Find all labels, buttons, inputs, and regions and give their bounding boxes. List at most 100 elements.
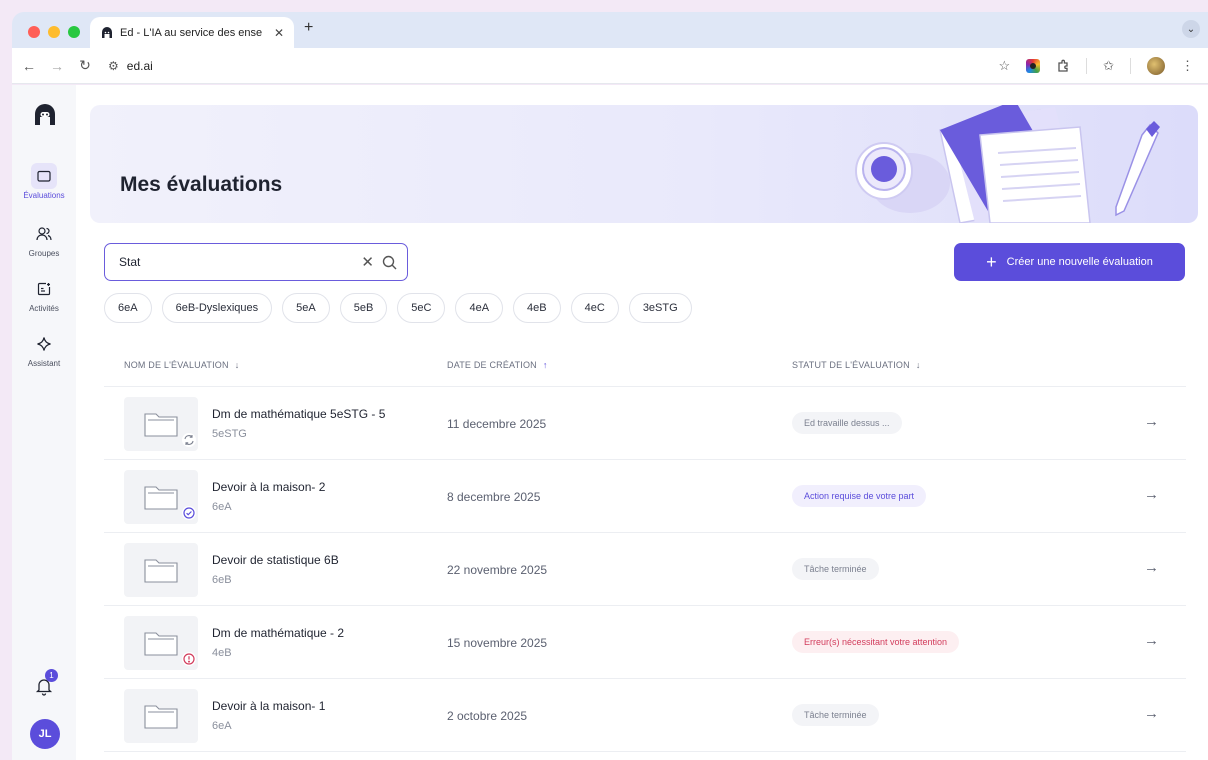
creation-date: 11 decembre 2025 — [447, 417, 547, 431]
bookmark-star-icon[interactable]: ☆ — [998, 58, 1010, 74]
filter-chip[interactable]: 4eC — [570, 293, 619, 323]
app-window: Évaluations Groupes Activités Assistant … — [12, 85, 1208, 760]
folder-thumbnail-icon — [124, 543, 198, 597]
extensions-icon[interactable] — [1056, 59, 1070, 73]
sort-up-icon: ↑ — [542, 359, 548, 370]
minimize-window-button[interactable] — [48, 26, 60, 38]
desk-illustration-icon — [855, 105, 1160, 223]
profile-avatar[interactable] — [1147, 56, 1165, 75]
folder-thumbnail-icon — [124, 689, 198, 743]
user-avatar[interactable]: JL — [30, 719, 60, 749]
column-header-label: DATE DE CRÉATION — [447, 359, 537, 370]
column-header-name[interactable]: NOM DE L'ÉVALUATION ↓ — [124, 360, 239, 370]
table-row[interactable]: Dm de mathématique - 2 4eB 15 novembre 2… — [104, 606, 1186, 679]
search-icon[interactable] — [382, 255, 397, 270]
group-filter-chips: 6eA 6eB-Dyslexiques 5eA 5eB 5eC 4eA 4eB … — [104, 293, 692, 323]
sidebar-item-evaluations[interactable]: Évaluations — [12, 163, 76, 200]
page-header-banner: Mes évaluations — [90, 105, 1198, 223]
search-box[interactable]: ✕ — [104, 243, 408, 281]
filter-chip[interactable]: 6eA — [104, 293, 152, 323]
clear-search-icon[interactable]: ✕ — [361, 253, 374, 271]
color-extension-icon[interactable] — [1026, 58, 1041, 73]
reading-list-icon[interactable]: ✩ — [1103, 58, 1114, 74]
address-bar[interactable]: ed.ai — [127, 59, 153, 73]
sparkle-icon — [31, 331, 57, 357]
evaluation-name: Dm de mathématique - 2 — [212, 626, 345, 640]
filter-chip[interactable]: 6eB-Dyslexiques — [161, 293, 273, 323]
filter-chip[interactable]: 5eB — [339, 293, 388, 323]
sidebar-item-assistant[interactable]: Assistant — [12, 331, 76, 368]
evaluation-group: 6eA — [212, 501, 232, 513]
back-button[interactable]: ← — [18, 58, 40, 74]
create-evaluation-button[interactable]: + Créer une nouvelle évaluation — [954, 243, 1185, 281]
evaluation-name: Dm de mathématique 5eSTG - 5 — [212, 407, 386, 421]
sort-down-icon: ↓ — [915, 359, 921, 370]
status-badge: Erreur(s) nécessitant votre attention — [792, 631, 960, 653]
arrow-right-icon[interactable]: → — [1144, 559, 1159, 576]
arrow-right-icon[interactable]: → — [1144, 413, 1159, 430]
table-row[interactable]: Dm de mathématique 5eSTG - 5 5eSTG 11 de… — [104, 387, 1186, 460]
notification-count-badge: 1 — [45, 669, 58, 682]
column-header-label: STATUT DE L'ÉVALUATION — [792, 359, 910, 370]
column-header-status[interactable]: STATUT DE L'ÉVALUATION ↓ — [792, 360, 921, 370]
filter-chip[interactable]: 3eSTG — [628, 293, 692, 323]
arrow-right-icon[interactable]: → — [1144, 705, 1159, 722]
page-title: Mes évaluations — [120, 173, 283, 196]
tab-title: Ed - L'IA au service des ense — [120, 26, 263, 39]
folder-icon — [31, 163, 57, 189]
sidebar-item-label: Évaluations — [23, 191, 65, 200]
new-tab-button[interactable]: + — [304, 19, 313, 37]
sidebar-item-label: Groupes — [28, 249, 60, 258]
column-header-date[interactable]: DATE DE CRÉATION ↑ — [447, 360, 548, 370]
table-row[interactable]: Devoir à la maison- 2 6eA 8 decembre 202… — [104, 460, 1186, 533]
tab-search-button[interactable]: ⌄ — [1182, 20, 1200, 38]
evaluation-name: Devoir à la maison- 2 — [212, 480, 326, 494]
arrow-right-icon[interactable]: → — [1144, 632, 1159, 649]
evaluations-table: NOM DE L'ÉVALUATION ↓ DATE DE CRÉATION ↑… — [104, 343, 1186, 752]
check-circle-icon — [182, 506, 196, 520]
column-header-label: NOM DE L'ÉVALUATION — [124, 359, 229, 370]
toolbar-right: ☆ ✩ ⋮ — [998, 56, 1208, 75]
sidebar-item-groupes[interactable]: Groupes — [12, 221, 76, 258]
evaluation-name: Devoir de statistique 6B — [212, 553, 339, 567]
status-badge: Action requise de votre part — [792, 485, 927, 507]
browser-tab[interactable]: Ed - L'IA au service des ense ✕ — [90, 17, 294, 48]
browser-toolbar: ← → ↻ ⚙ ed.ai ☆ ✩ ⋮ — [12, 48, 1208, 84]
creation-date: 8 decembre 2025 — [447, 490, 541, 504]
toolbar-divider — [1130, 57, 1131, 74]
reload-button[interactable]: ↻ — [74, 57, 96, 74]
evaluation-group: 5eSTG — [212, 428, 247, 440]
table-header: NOM DE L'ÉVALUATION ↓ DATE DE CRÉATION ↑… — [104, 343, 1186, 387]
forward-button[interactable]: → — [46, 58, 68, 74]
browser-menu-icon[interactable]: ⋮ — [1181, 58, 1194, 74]
evaluation-group: 6eB — [212, 574, 232, 586]
maximize-window-button[interactable] — [68, 26, 80, 38]
filter-chip[interactable]: 4eB — [513, 293, 561, 323]
site-settings-icon[interactable]: ⚙ — [108, 59, 119, 73]
create-evaluation-label: Créer une nouvelle évaluation — [1006, 256, 1153, 268]
table-row[interactable]: Devoir à la maison- 1 6eA 2 octobre 2025… — [104, 679, 1186, 752]
sync-icon — [182, 433, 196, 447]
users-icon — [31, 221, 57, 247]
filter-chip[interactable]: 5eA — [282, 293, 330, 323]
table-row[interactable]: Devoir de statistique 6B 6eB 22 novembre… — [104, 533, 1186, 606]
evaluation-name: Devoir à la maison- 1 — [212, 699, 326, 713]
creation-date: 15 novembre 2025 — [447, 636, 548, 650]
search-input[interactable] — [119, 255, 362, 269]
ed-logo-icon[interactable] — [31, 101, 59, 129]
tab-close-icon[interactable]: ✕ — [274, 26, 284, 40]
sidebar-item-activites[interactable]: Activités — [12, 276, 76, 313]
status-badge: Ed travaille dessus ... — [792, 412, 902, 434]
creation-date: 22 novembre 2025 — [447, 563, 548, 577]
favicon-icon — [100, 26, 114, 40]
close-window-button[interactable] — [28, 26, 40, 38]
sidebar: Évaluations Groupes Activités Assistant … — [12, 85, 76, 760]
filter-chip[interactable]: 5eC — [397, 293, 446, 323]
browser-tab-bar: Ed - L'IA au service des ense ✕ + ⌄ — [12, 12, 1208, 48]
notifications-button[interactable]: 1 — [33, 669, 58, 697]
filter-chip[interactable]: 4eA — [455, 293, 504, 323]
status-badge: Tâche terminée — [792, 558, 879, 580]
status-badge: Tâche terminée — [792, 704, 879, 726]
arrow-right-icon[interactable]: → — [1144, 486, 1159, 503]
toolbar-divider — [1086, 57, 1088, 74]
